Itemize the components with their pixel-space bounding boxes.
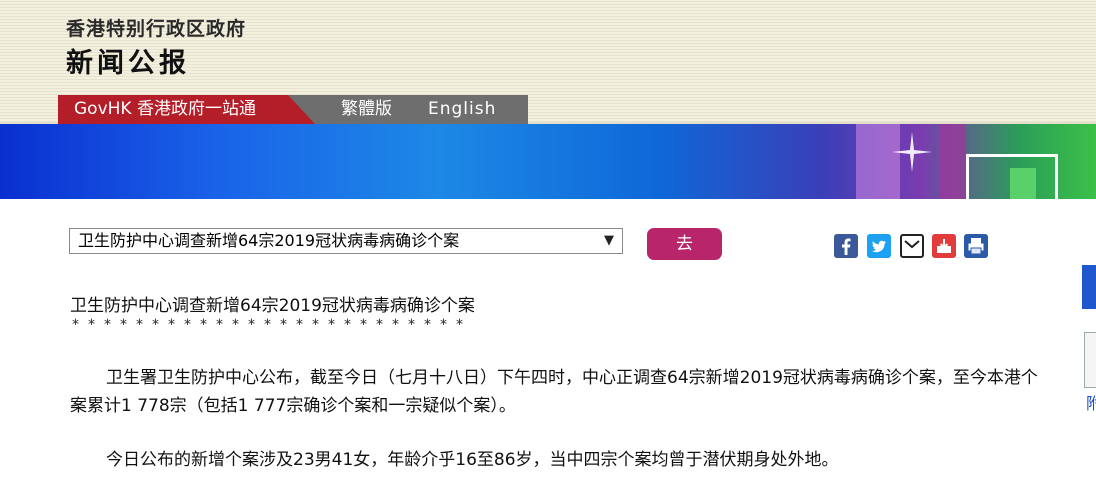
government-name: 香港特别行政区政府 (66, 18, 247, 40)
tab-traditional-chinese[interactable]: 繁體版 (341, 95, 392, 124)
tab-separator (288, 95, 315, 124)
email-icon[interactable] (900, 234, 924, 258)
tab-bar: GovHK 香港政府一站通 繁體版 English (58, 95, 578, 124)
paragraph-text: 今日公布的新增个案涉及23男41女，年龄介乎16至86岁，当中四宗个案均曾于潜伏… (106, 450, 839, 470)
site-title: 新闻公报 (66, 48, 190, 79)
tab-govhk[interactable]: GovHK 香港政府一站通 (58, 95, 288, 124)
facebook-icon[interactable] (834, 234, 858, 258)
twitter-icon[interactable] (867, 234, 891, 258)
banner-decoration (1010, 168, 1036, 199)
header: 香港特别行政区政府 新闻公报 GovHK 香港政府一站通 繁體版 English (0, 0, 1096, 124)
sparkle-icon (892, 132, 932, 172)
paragraph-text: 卫生署卫生防护中心公布，截至今日（七月十八日）下午四时，中心正调查64宗新增20… (70, 368, 1038, 416)
go-button[interactable]: 去 (647, 228, 722, 260)
press-release-select[interactable]: 卫生防护中心调查新增64宗2019冠状病毒病确诊个案 ▼ (69, 228, 623, 254)
article-paragraph: 今日公布的新增个案涉及23男41女，年龄介乎16至86岁，当中四宗个案均曾于潜伏… (70, 446, 1050, 474)
side-accent-bar (1082, 265, 1096, 309)
page: 香港特别行政区政府 新闻公报 GovHK 香港政府一站通 繁體版 English… (0, 0, 1096, 496)
banner (0, 124, 1096, 199)
attachment-thumbnail[interactable] (1084, 332, 1096, 388)
article-paragraph: 卫生署卫生防护中心公布，截至今日（七月十八日）下午四时，中心正调查64宗新增20… (70, 364, 1050, 420)
chevron-down-icon: ▼ (604, 233, 614, 248)
print-icon[interactable] (964, 234, 988, 258)
attachment-link[interactable]: 附 (1086, 390, 1096, 414)
article-title: 卫生防护中心调查新增64宗2019冠状病毒病确诊个案 (70, 296, 475, 316)
title-separator: ************************* (72, 317, 472, 333)
banner-decoration (940, 124, 966, 199)
select-value: 卫生防护中心调查新增64宗2019冠状病毒病确诊个案 (78, 231, 460, 250)
tab-english[interactable]: English (428, 95, 496, 124)
weibo-icon[interactable] (932, 234, 956, 258)
